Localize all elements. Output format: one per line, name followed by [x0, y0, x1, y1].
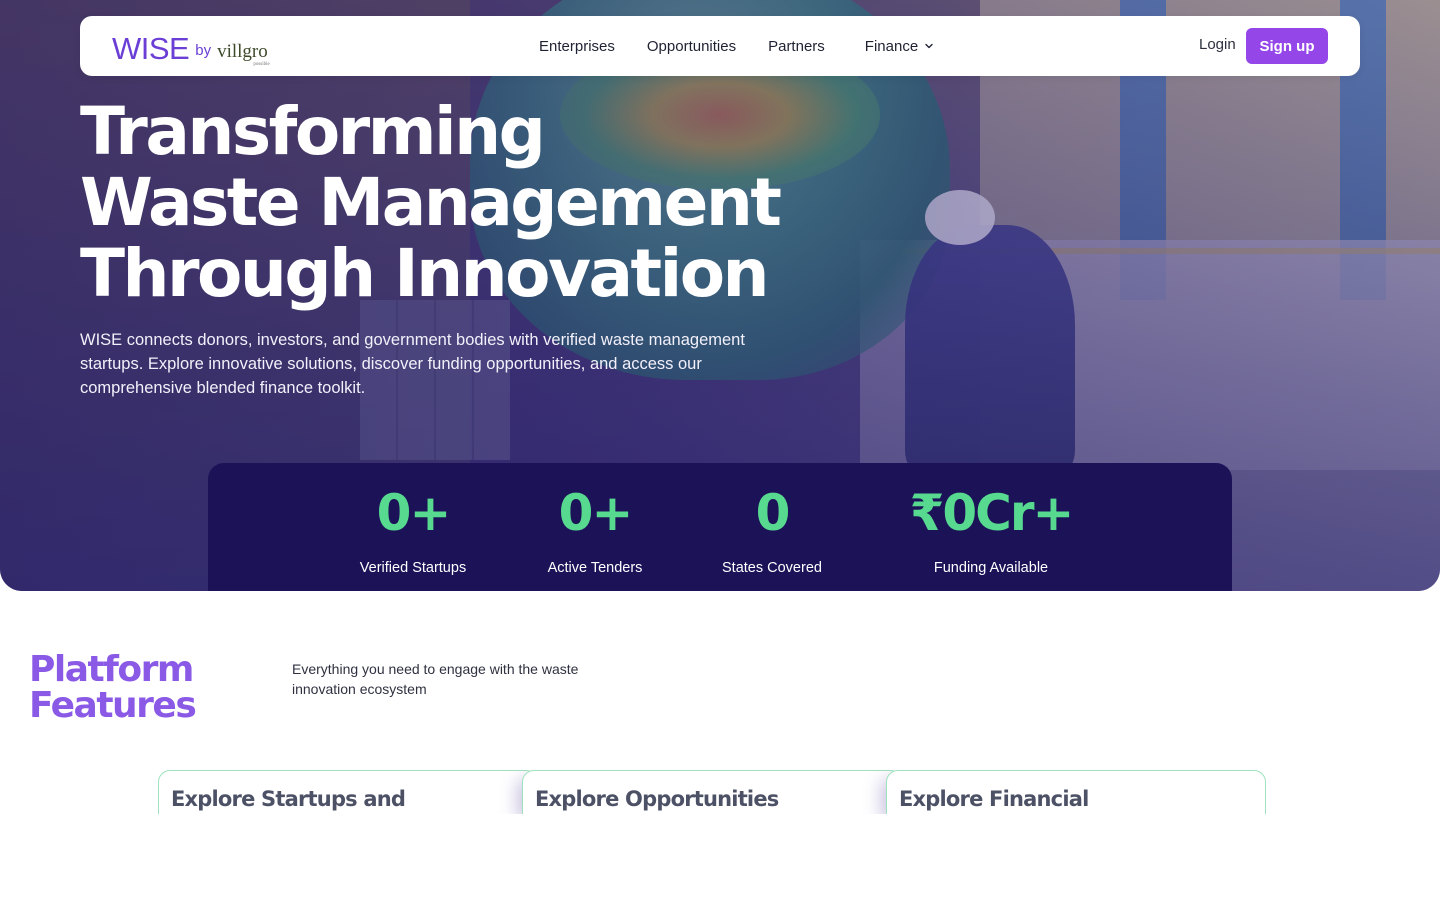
stat-funding-available: ₹0Cr+ Funding Available	[896, 485, 1086, 576]
hero-section: Transforming Waste Management Through In…	[0, 0, 1440, 591]
wise-logo[interactable]: WISE by villgro possible	[112, 28, 270, 67]
hero-title-line: Through Innovation	[80, 235, 770, 312]
feature-card-financial[interactable]: Explore Financial	[886, 770, 1266, 814]
hero-title: Transforming Waste Management Through In…	[80, 96, 960, 309]
stat-label: Active Tenders	[547, 560, 643, 576]
top-navbar: WISE by villgro possible Enterprises Oppo…	[80, 16, 1360, 76]
hero-title-line: Transforming	[80, 93, 546, 170]
features-title-line: Features	[29, 685, 197, 726]
villgro-wordmark: villgro	[217, 41, 268, 62]
signup-button[interactable]: Sign up	[1246, 28, 1328, 64]
feature-card-startups[interactable]: Explore Startups and	[158, 770, 538, 814]
villgro-logo: villgro possible	[217, 41, 270, 67]
feature-cards: Explore Startups and Explore Opportuniti…	[158, 770, 1266, 814]
hero-description: WISE connects donors, investors, and gov…	[80, 331, 745, 397]
hero-title-line: Waste Management	[80, 164, 782, 241]
logo-by: by	[195, 42, 212, 59]
nav-dropdown-finance[interactable]: Finance	[865, 38, 934, 55]
feature-card-opportunities[interactable]: Explore Opportunities	[522, 770, 902, 814]
stat-active-tenders: 0+ Active Tenders	[530, 485, 660, 576]
nav-links: Enterprises Opportunities Partners Finan…	[539, 16, 934, 76]
stat-value: 0+	[376, 484, 452, 542]
nav-link-enterprises[interactable]: Enterprises	[539, 38, 615, 55]
stat-label: States Covered	[722, 560, 822, 576]
feature-card-title: Explore Financial	[899, 787, 1089, 811]
stat-label: Verified Startups	[359, 560, 467, 576]
logo-wordmark: WISE	[112, 31, 190, 66]
stat-value: 0	[755, 484, 791, 542]
stat-states-covered: 0 States Covered	[707, 485, 837, 576]
nav-link-opportunities[interactable]: Opportunities	[647, 38, 736, 55]
feature-card-title: Explore Startups and	[171, 787, 406, 811]
stat-verified-startups: 0+ Verified Startups	[348, 485, 478, 576]
features-title-line: Platform	[29, 649, 194, 690]
stat-value: ₹0Cr+	[909, 484, 1075, 542]
feature-card-title: Explore Opportunities	[535, 787, 779, 811]
nav-link-partners[interactable]: Partners	[768, 38, 825, 55]
stat-value: 0+	[558, 484, 634, 542]
features-subtitle: Everything you need to engage with the w…	[292, 661, 579, 697]
nav-finance-label: Finance	[864, 37, 919, 55]
villgro-tagline: possible	[253, 62, 270, 67]
stats-panel: 0+ Verified Startups 0+ Active Tenders 0…	[208, 463, 1232, 591]
login-link[interactable]: Login	[1199, 36, 1236, 53]
features-title: Platform Features	[29, 649, 197, 726]
chevron-down-icon	[925, 43, 933, 49]
stat-label: Funding Available	[933, 560, 1049, 576]
